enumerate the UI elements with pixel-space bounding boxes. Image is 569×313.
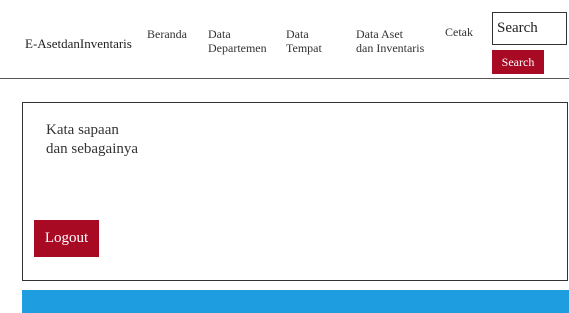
greeting-line1: Kata sapaan xyxy=(46,122,119,138)
nav-item-data-departemen[interactable]: Data Departemen xyxy=(208,27,267,55)
nav-item-data-departemen-line1: Data xyxy=(208,27,231,41)
brand-link[interactable]: E-AsetdanInventaris xyxy=(25,36,132,52)
nav-item-beranda-label: Beranda xyxy=(147,27,187,41)
logout-button[interactable]: Logout xyxy=(34,220,99,257)
nav-item-data-aset-line2: dan Inventaris xyxy=(356,41,425,55)
nav-item-data-tempat[interactable]: Data Tempat xyxy=(286,27,322,55)
nav-item-data-departemen-line2: Departemen xyxy=(208,41,267,55)
search-input[interactable] xyxy=(492,12,567,45)
nav-item-cetak-label: Cetak xyxy=(445,25,473,39)
nav-item-data-tempat-line2: Tempat xyxy=(286,41,322,55)
nav-item-data-tempat-line1: Data xyxy=(286,27,309,41)
nav-item-beranda[interactable]: Beranda xyxy=(147,27,187,41)
main-content-panel: Kata sapaan dan sebagainya Logout xyxy=(22,102,568,281)
nav-item-cetak[interactable]: Cetak xyxy=(445,25,473,39)
footer-bar xyxy=(22,290,569,313)
greeting-text: Kata sapaan dan sebagainya xyxy=(46,121,156,159)
nav-item-data-aset[interactable]: Data Aset dan Inventaris xyxy=(356,27,424,55)
app-window: E-AsetdanInventaris Beranda Data Departe… xyxy=(0,0,569,313)
greeting-line2: dan sebagainya xyxy=(46,141,139,157)
nav-item-data-aset-line1: Data Aset xyxy=(356,27,403,41)
search-button[interactable]: Search xyxy=(492,50,544,74)
navbar: E-AsetdanInventaris Beranda Data Departe… xyxy=(0,0,569,79)
